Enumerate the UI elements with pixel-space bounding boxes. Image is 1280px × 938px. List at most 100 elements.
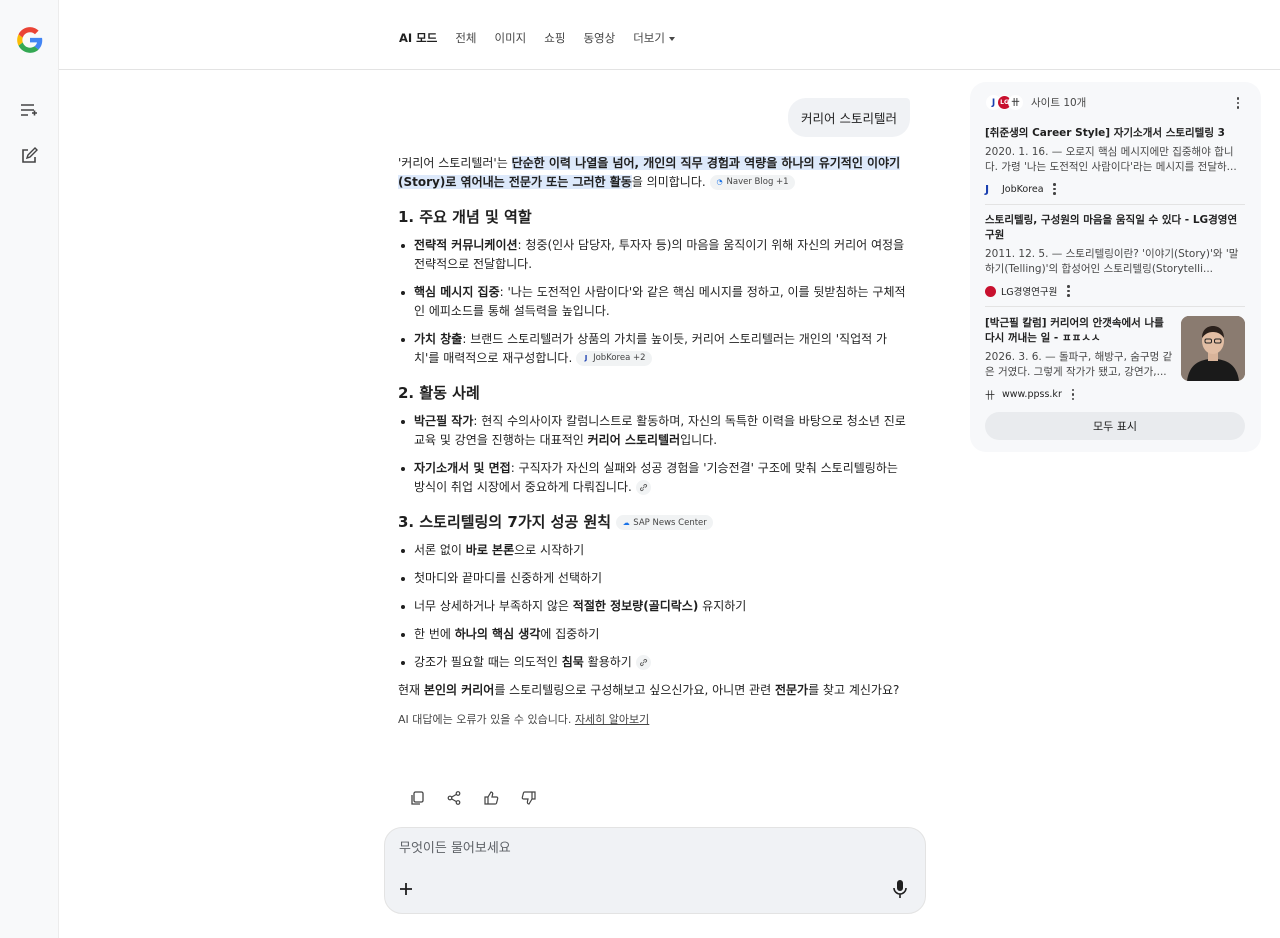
prompt-input[interactable]	[399, 841, 879, 856]
link-icon[interactable]	[635, 480, 651, 495]
source-site-name: LG경영연구원	[1001, 287, 1058, 298]
share-icon[interactable]	[445, 789, 463, 807]
item-term: 하나의 핵심 생각	[454, 627, 541, 641]
list-item: 박근필 작가: 현직 수의사이자 칼럼니스트로 활동하며, 자신의 독특한 이력…	[398, 412, 910, 450]
plus-icon[interactable]	[397, 880, 415, 898]
source-thumbnail[interactable]	[1181, 316, 1245, 381]
intro-text-end: 을 의미합니다.	[631, 175, 706, 189]
closing-term: 본인의 커리어	[423, 683, 495, 697]
tab-videos[interactable]: 동영상	[583, 30, 615, 46]
item-term: 바로 본론	[465, 543, 515, 557]
tab-more[interactable]: 더보기	[633, 30, 675, 46]
citation-chip-label: JobKorea +2	[593, 353, 646, 363]
item-term: 박근필 작가	[414, 414, 474, 428]
answer-actions	[408, 789, 537, 807]
source-site-name: JobKorea	[1002, 183, 1044, 195]
item-text: 강조가 필요할 때는 의도적인	[414, 655, 562, 669]
item-text-end: 에 집중하기	[540, 627, 600, 641]
show-all-button[interactable]: 모두 표시	[985, 412, 1245, 440]
tab-all[interactable]: 전체	[455, 30, 476, 46]
ai-disclaimer: AI 대답에는 오류가 있을 수 있습니다. 자세히 알아보기	[398, 710, 910, 729]
source-favicons: J LG 卄	[986, 95, 1023, 110]
section-list: 전략적 커뮤니케이션: 청중(인사 담당자, 투자자 등)의 마음을 움직이기 …	[398, 236, 910, 368]
list-item: 강조가 필요할 때는 의도적인 침묵 활용하기	[398, 653, 910, 672]
section-list: 서론 없이 바로 본론으로 시작하기 첫마디와 끝마디를 신중하게 선택하기 너…	[398, 541, 910, 672]
google-logo[interactable]	[16, 26, 44, 54]
answer-intro: '커리어 스토리텔러'는 단순한 이력 나열을 넘어, 개인의 직무 경험과 역…	[398, 154, 910, 192]
list-item: 자기소개서 및 면접: 구직자가 자신의 실패와 성공 경험을 '기승전결' 구…	[398, 459, 910, 497]
list-item: 전략적 커뮤니케이션: 청중(인사 담당자, 투자자 등)의 마음을 움직이기 …	[398, 236, 910, 274]
section-list: 박근필 작가: 현직 수의사이자 칼럼니스트로 활동하며, 자신의 독특한 이력…	[398, 412, 910, 497]
answer-closing: 현재 본인의 커리어를 스토리텔링으로 구성해보고 싶으신가요, 아니면 관련 …	[398, 681, 910, 700]
source-site: 卄 www.ppss.kr	[985, 387, 1175, 402]
item-text: 한 번에	[414, 627, 455, 641]
sources-header: J LG 卄 사이트 10개	[986, 95, 1086, 110]
citation-chip-label: Naver Blog +1	[726, 177, 789, 187]
source-site-name: www.ppss.kr	[1002, 389, 1062, 400]
source-more-icon[interactable]	[1049, 182, 1061, 196]
source-card[interactable]: 스토리텔링, 구성원의 마음을 움직일 수 있다 - LG경영연구원 2011.…	[985, 213, 1245, 298]
more-options-icon[interactable]	[1232, 96, 1244, 110]
link-icon[interactable]	[635, 655, 651, 670]
citation-chip-label: SAP News Center	[633, 517, 707, 528]
item-term: 전략적 커뮤니케이션	[414, 238, 518, 252]
citation-chip-naver[interactable]: ◔ Naver Blog +1	[709, 175, 795, 190]
jobkorea-icon: J	[584, 354, 588, 362]
source-snippet: 2011. 12. 5. — 스토리텔링이란? '이야기(Story)'와 '말…	[985, 248, 1239, 275]
closing-term: 전문가	[774, 683, 809, 697]
item-text-end: 으로 시작하기	[514, 543, 585, 557]
left-rail	[0, 0, 59, 938]
source-site: LG경영연구원	[985, 284, 1245, 298]
source-card[interactable]: [박근필 칼럼] 커리어의 안갯속에서 나를 다시 꺼내는 일 - ㅍㅍㅅㅅ 2…	[985, 316, 1175, 402]
history-icon[interactable]	[17, 98, 41, 122]
prompt-box	[384, 827, 926, 914]
top-nav: AI 모드 전체 이미지 쇼핑 동영상 더보기	[59, 0, 1280, 70]
divider	[985, 204, 1245, 205]
source-title[interactable]: [취준생의 Career Style] 자기소개서 스토리텔링 3	[985, 126, 1245, 141]
tab-ai-mode[interactable]: AI 모드	[399, 30, 437, 46]
list-item: 너무 상세하거나 부족하지 않은 적절한 정보량(골디락스) 유지하기	[398, 597, 910, 616]
user-query-bubble: 커리어 스토리텔러	[788, 98, 910, 137]
closing-text: 를 스토리텔링으로 구성해보고 싶으신가요, 아니면 관련	[494, 683, 775, 697]
learn-more-link[interactable]: 자세히 알아보기	[575, 713, 649, 726]
sources-count: 사이트 10개	[1031, 97, 1087, 109]
source-card[interactable]: [취준생의 Career Style] 자기소개서 스토리텔링 3 2020. …	[985, 126, 1245, 196]
mic-icon[interactable]	[891, 879, 909, 899]
item-text: 서론 없이	[414, 543, 466, 557]
citation-chip-sap[interactable]: ☁ SAP News Center	[616, 515, 713, 530]
tab-shopping[interactable]: 쇼핑	[544, 30, 565, 46]
item-text-end: 입니다.	[680, 433, 718, 447]
source-title[interactable]: 스토리텔링, 구성원의 마음을 움직일 수 있다 - LG경영연구원	[985, 213, 1245, 243]
closing-text: 현재	[398, 683, 424, 697]
tab-images[interactable]: 이미지	[495, 30, 527, 46]
source-more-icon[interactable]	[1062, 284, 1074, 298]
source-more-icon[interactable]	[1067, 388, 1079, 402]
item-term: 침묵	[561, 655, 584, 669]
item-term: 적절한 정보량(골디락스)	[572, 599, 699, 613]
ppss-icon: 卄	[985, 391, 995, 402]
list-item: 첫마디와 끝마디를 신중하게 선택하기	[398, 569, 910, 588]
item-term: 핵심 메시지 집중	[414, 285, 500, 299]
item-text-end: 활용하기	[583, 655, 632, 669]
copy-icon[interactable]	[408, 789, 426, 807]
ai-answer: '커리어 스토리텔러'는 단순한 이력 나열을 넘어, 개인의 직무 경험과 역…	[398, 154, 910, 729]
item-term: 가치 창출	[414, 332, 463, 346]
tab-more-label: 더보기	[633, 31, 665, 45]
sources-panel: J LG 卄 사이트 10개 [취준생의 Career Style] 자기소개서…	[970, 82, 1261, 452]
sap-icon: ☁	[622, 518, 630, 527]
intro-text: '커리어 스토리텔러'는	[398, 156, 512, 170]
list-item: 서론 없이 바로 본론으로 시작하기	[398, 541, 910, 560]
closing-text: 를 찾고 계신가요?	[808, 683, 900, 697]
source-snippet: 2020. 1. 16. — 오로지 핵심 메시지에만 집중해야 합니다. 가령…	[985, 146, 1237, 173]
citation-chip-jobkorea[interactable]: J JobKorea +2	[576, 351, 652, 366]
thumbs-down-icon[interactable]	[519, 789, 537, 807]
new-chat-icon[interactable]	[17, 144, 41, 168]
source-title[interactable]: [박근필 칼럼] 커리어의 안갯속에서 나를 다시 꺼내는 일 - ㅍㅍㅅㅅ	[985, 316, 1175, 346]
item-text: 너무 상세하거나 부족하지 않은	[414, 599, 573, 613]
item-term-2: 커리어 스토리텔러	[587, 433, 681, 447]
naver-blog-icon: ◔	[716, 178, 723, 186]
section-heading: 3. 스토리텔링의 7가지 성공 원칙	[398, 513, 612, 531]
item-text-end: 유지하기	[698, 599, 747, 613]
thumbs-up-icon[interactable]	[482, 789, 500, 807]
list-item: 핵심 메시지 집중: '나는 도전적인 사람이다'와 같은 핵심 메시지를 정하…	[398, 283, 910, 321]
